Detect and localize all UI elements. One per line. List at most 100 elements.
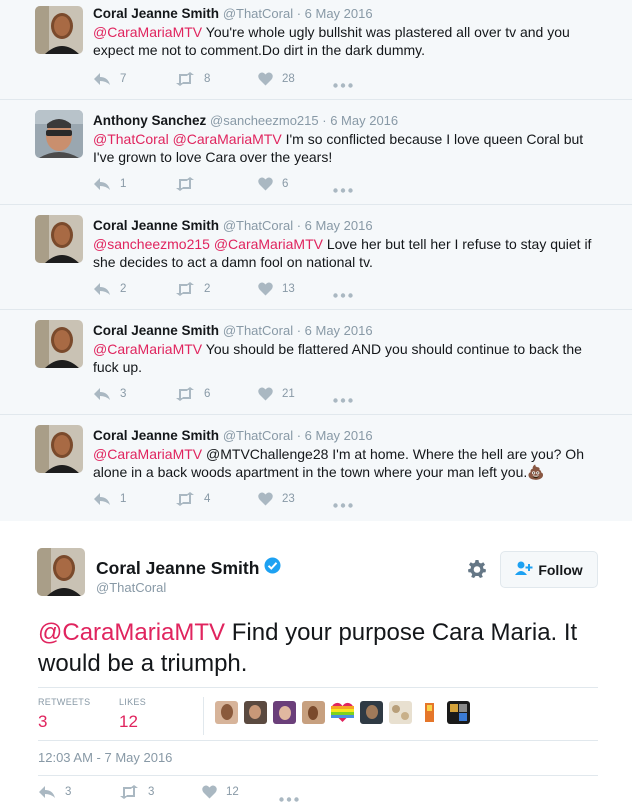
author-name[interactable]: Anthony Sanchez [93, 113, 206, 128]
liker-avatar[interactable] [273, 701, 296, 724]
mention-link[interactable]: @ThatCoral @CaraMariaMTV [93, 131, 282, 147]
heart-icon [258, 387, 273, 401]
reply-button[interactable]: 7 [93, 72, 126, 86]
author-name[interactable]: Coral Jeanne Smith [93, 323, 219, 338]
retweet-icon [175, 387, 195, 401]
retweet-icon [175, 72, 195, 86]
reply-button[interactable]: 2 [93, 282, 126, 296]
retweet-button[interactable]: 2 [175, 282, 210, 296]
heart-icon [258, 492, 273, 506]
like-button[interactable]: 28 [258, 72, 295, 86]
more-options-icon[interactable] [333, 75, 353, 93]
retweet-button[interactable] [175, 177, 204, 191]
liker-avatar[interactable] [302, 701, 325, 724]
reply-button[interactable]: 3 [38, 785, 71, 799]
author-handle[interactable]: @ThatCoral [223, 6, 293, 21]
mention-link[interactable]: @CaraMariaMTV [93, 446, 202, 462]
reply-tweet[interactable]: Coral Jeanne Smith @ThatCoral · 6 May 20… [0, 206, 632, 310]
avatar[interactable] [35, 110, 83, 158]
retweet-button[interactable]: 4 [175, 492, 210, 506]
retweet-button[interactable]: 8 [175, 72, 210, 86]
mention-link[interactable]: @CaraMariaMTV [93, 341, 202, 357]
divider [38, 775, 598, 776]
tweet-date[interactable]: 6 May 2016 [305, 428, 373, 443]
tweet-timestamp[interactable]: 12:03 AM - 7 May 2016 [38, 750, 172, 765]
more-options-icon[interactable] [333, 285, 353, 303]
more-options-icon[interactable] [333, 495, 353, 513]
retweet-button[interactable]: 6 [175, 387, 210, 401]
liker-avatar[interactable] [418, 701, 441, 724]
avatar[interactable] [35, 6, 83, 54]
author-name[interactable]: Coral Jeanne Smith [93, 218, 219, 233]
mention-link[interactable]: @sancheezmo215 @CaraMariaMTV [93, 236, 323, 252]
author-handle[interactable]: @ThatCoral [223, 323, 293, 338]
liker-avatar[interactable] [331, 701, 354, 724]
mention-link[interactable]: @CaraMariaMTV [38, 619, 225, 646]
retweet-icon [175, 177, 195, 191]
reply-button[interactable]: 1 [93, 177, 126, 191]
heart-icon [202, 785, 217, 799]
liker-avatar[interactable] [215, 701, 238, 724]
author-handle[interactable]: @sancheezmo215 [210, 113, 319, 128]
like-button[interactable]: 21 [258, 387, 295, 401]
retweets-stat[interactable]: RETWEETS 3 [38, 697, 90, 732]
tweet-date[interactable]: 6 May 2016 [305, 218, 373, 233]
more-options-icon[interactable] [333, 390, 353, 408]
liker-avatar[interactable] [389, 701, 412, 724]
reply-icon [38, 785, 56, 799]
reply-tweet[interactable]: Coral Jeanne Smith @ThatCoral · 6 May 20… [0, 0, 632, 100]
gear-icon[interactable] [467, 559, 487, 584]
reply-tweet[interactable]: Anthony Sanchez @sancheezmo215 · 6 May 2… [0, 101, 632, 205]
avatar[interactable] [35, 215, 83, 263]
tweet-text: @ThatCoral @CaraMariaMTV I'm so conflict… [93, 131, 584, 165]
more-options-icon[interactable] [279, 789, 299, 807]
liker-avatar[interactable] [360, 701, 383, 724]
avatar[interactable] [35, 425, 83, 473]
author-handle[interactable]: @ThatCoral [96, 580, 166, 595]
author-name[interactable]: Coral Jeanne Smith [93, 6, 219, 21]
tweet-text: @CaraMariaMTV Find your purpose Cara Mar… [38, 619, 578, 677]
heart-icon [258, 282, 273, 296]
divider [38, 687, 598, 688]
avatar[interactable] [37, 548, 85, 596]
author-name[interactable]: Coral Jeanne Smith [93, 428, 219, 443]
likers-list [215, 701, 476, 724]
reply-tweet[interactable]: Coral Jeanne Smith @ThatCoral · 6 May 20… [0, 416, 632, 521]
like-button[interactable]: 6 [258, 177, 288, 191]
main-tweet: Coral Jeanne Smith @ThatCoral Follow @Ca… [0, 521, 632, 811]
mention-link[interactable]: @CaraMariaMTV [93, 24, 202, 40]
reply-tweet[interactable]: Coral Jeanne Smith @ThatCoral · 6 May 20… [0, 311, 632, 415]
reply-icon [93, 492, 111, 506]
divider [38, 740, 598, 741]
retweet-button[interactable]: 3 [119, 785, 154, 799]
retweet-icon [175, 492, 195, 506]
heart-icon [258, 177, 273, 191]
retweet-icon [175, 282, 195, 296]
reply-button[interactable]: 3 [93, 387, 126, 401]
divider [203, 697, 204, 735]
like-button[interactable]: 13 [258, 282, 295, 296]
reply-icon [93, 387, 111, 401]
follow-button[interactable]: Follow [500, 551, 598, 588]
author-name[interactable]: Coral Jeanne Smith [96, 557, 281, 579]
more-options-icon[interactable] [333, 180, 353, 198]
like-button[interactable]: 12 [202, 785, 239, 799]
tweet-text: @CaraMariaMTV You should be flattered AN… [93, 341, 582, 375]
author-handle[interactable]: @ThatCoral [223, 428, 293, 443]
like-button[interactable]: 23 [258, 492, 295, 506]
heart-icon [258, 72, 273, 86]
liker-avatar[interactable] [244, 701, 267, 724]
author-handle[interactable]: @ThatCoral [223, 218, 293, 233]
tweet-text: @sancheezmo215 @CaraMariaMTV Love her bu… [93, 236, 592, 270]
tweet-text: @CaraMariaMTV @MTVChallenge28 I'm at hom… [93, 446, 584, 480]
tweet-date[interactable]: 6 May 2016 [305, 6, 373, 21]
tweet-date[interactable]: 6 May 2016 [305, 323, 373, 338]
tweet-date[interactable]: 6 May 2016 [330, 113, 398, 128]
reply-icon [93, 282, 111, 296]
avatar[interactable] [35, 320, 83, 368]
retweet-icon [119, 785, 139, 799]
liker-avatar[interactable] [447, 701, 470, 724]
likes-stat[interactable]: LIKES 12 [119, 697, 146, 732]
verified-badge-icon [264, 557, 281, 579]
reply-button[interactable]: 1 [93, 492, 126, 506]
